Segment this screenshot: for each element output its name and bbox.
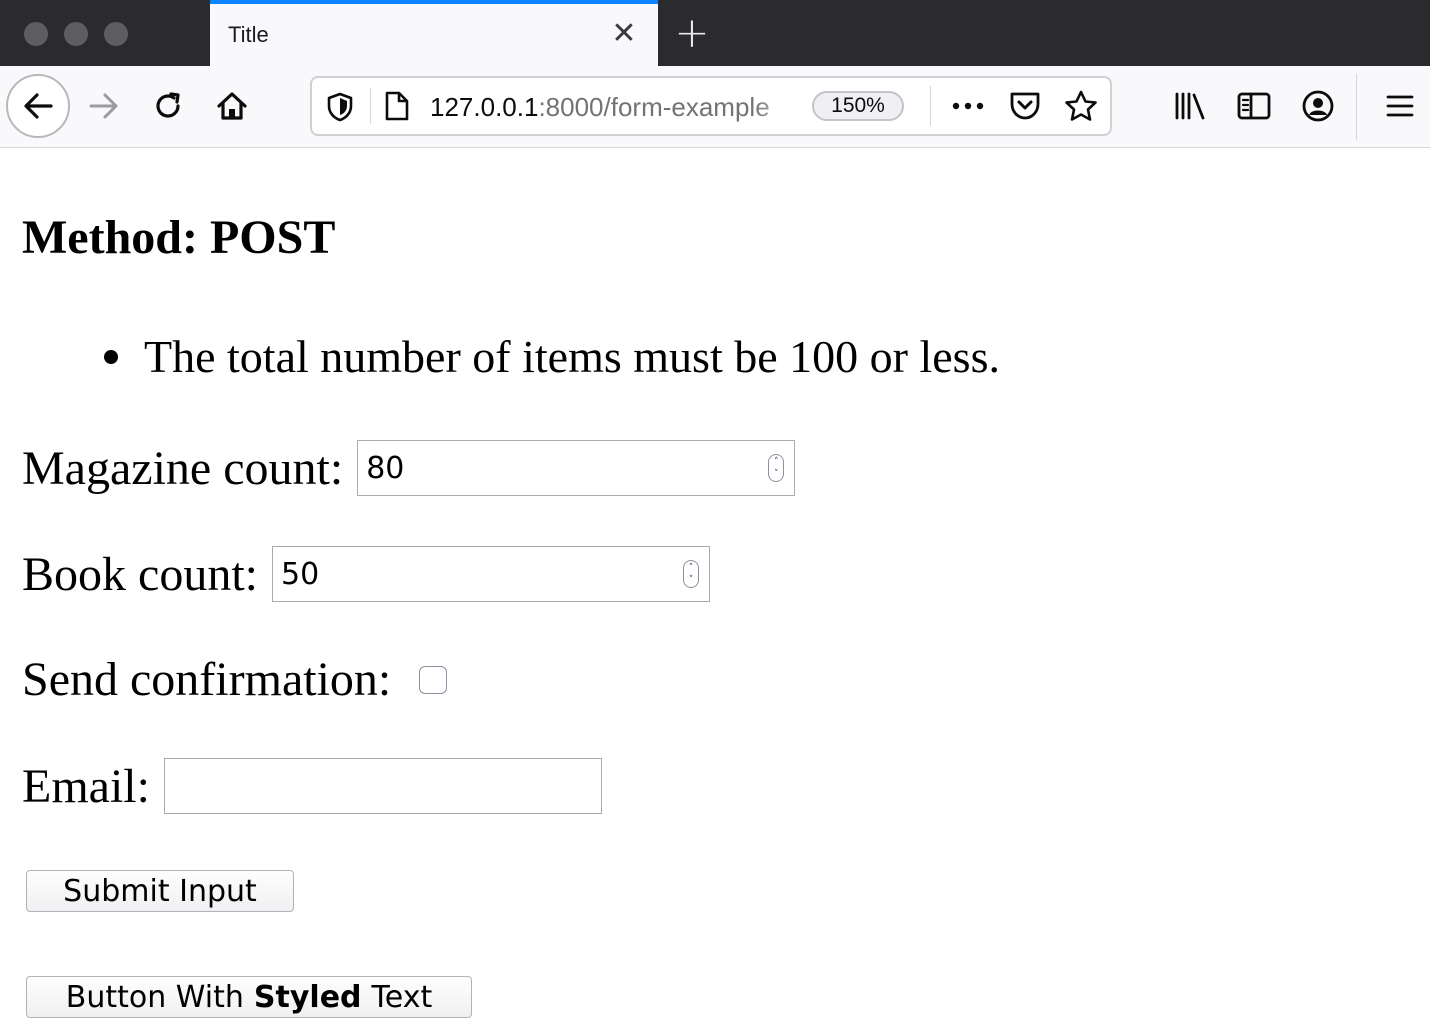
styled-button-text-bold: Styled — [253, 979, 362, 1015]
tab-strip: Title ✕ + — [0, 0, 1430, 66]
chevron-down-icon[interactable]: ˅ — [686, 575, 696, 585]
star-icon[interactable] — [1064, 90, 1098, 122]
send-confirmation-label: Send confirmation: — [22, 653, 392, 706]
sidebar-icon[interactable] — [1236, 88, 1272, 124]
window-minimize-dot[interactable] — [64, 22, 88, 46]
home-button[interactable] — [200, 74, 264, 138]
url-divider — [930, 86, 931, 126]
address-bar[interactable]: 127.0.0.1:8000/form-example 150% — [310, 76, 1112, 136]
toolbar-divider — [1356, 74, 1357, 140]
window-zoom-dot[interactable] — [104, 22, 128, 46]
forward-arrow-icon — [89, 93, 118, 119]
pocket-icon[interactable] — [1008, 90, 1042, 122]
rule-text: The total number of items must be 100 or… — [144, 331, 1000, 382]
styled-button-text-part1: Button With — [65, 979, 244, 1015]
forward-button[interactable] — [72, 74, 136, 138]
shield-icon[interactable] — [326, 92, 354, 122]
submit-input-button[interactable]: Submit Input — [26, 870, 294, 912]
chevron-down-icon[interactable]: ˅ — [771, 469, 781, 479]
close-icon[interactable]: ✕ — [608, 18, 640, 50]
book-count-row: Book count: 50 ˄ ˅ — [22, 546, 710, 602]
navigation-toolbar: 127.0.0.1:8000/form-example 150% — [0, 66, 1430, 148]
tab-title: Title — [228, 22, 269, 47]
email-row: Email: — [22, 758, 602, 814]
email-label: Email: — [22, 759, 150, 813]
back-arrow-icon — [24, 93, 53, 119]
list-item: The total number of items must be 100 or… — [96, 330, 1000, 383]
magazine-count-value: 80 — [366, 451, 405, 486]
rules-list: The total number of items must be 100 or… — [96, 330, 1000, 383]
chevron-up-icon[interactable]: ˄ — [771, 457, 781, 467]
back-button[interactable] — [6, 74, 70, 138]
reload-icon — [156, 92, 180, 118]
url-divider — [370, 88, 371, 124]
email-field[interactable] — [163, 758, 602, 814]
bullet-icon — [104, 349, 118, 364]
book-count-input[interactable]: 50 ˄ ˅ — [272, 546, 710, 602]
url-fade — [752, 88, 812, 128]
zoom-level-badge[interactable]: 150% — [812, 91, 904, 121]
page-icon[interactable] — [384, 90, 410, 122]
reload-button[interactable] — [136, 74, 200, 138]
send-confirmation-row: Send confirmation: — [22, 652, 448, 707]
book-count-stepper[interactable]: ˄ ˅ — [683, 560, 699, 588]
library-icon[interactable] — [1172, 88, 1208, 124]
method-heading: Method: POST — [22, 211, 336, 264]
magazine-count-stepper[interactable]: ˄ ˅ — [768, 454, 785, 482]
plus-icon[interactable]: + — [672, 12, 712, 54]
page-content: Method: POST The total number of items m… — [0, 148, 1430, 1034]
magazine-count-row: Magazine count: 80 ˄ ˅ — [22, 440, 796, 496]
url-host: 127.0.0.1 — [430, 92, 539, 122]
home-icon — [217, 92, 247, 120]
tab-active[interactable]: Title ✕ — [210, 0, 658, 66]
url-path: :8000/form-example — [538, 92, 770, 122]
styled-text-button[interactable]: Button With Styled Text — [26, 976, 472, 1018]
window-close-dot[interactable] — [24, 22, 48, 46]
ellipsis-icon[interactable] — [950, 90, 986, 122]
book-count-value: 50 — [281, 557, 320, 592]
styled-button-text-part2: Text — [371, 979, 433, 1015]
chevron-up-icon[interactable]: ˄ — [686, 563, 696, 573]
account-icon[interactable] — [1300, 88, 1336, 124]
send-confirmation-checkbox[interactable] — [419, 665, 448, 694]
magazine-count-input[interactable]: 80 ˄ ˅ — [357, 440, 796, 496]
magazine-count-label: Magazine count: — [22, 441, 344, 495]
hamburger-menu-icon[interactable] — [1384, 88, 1416, 124]
book-count-label: Book count: — [22, 547, 258, 601]
